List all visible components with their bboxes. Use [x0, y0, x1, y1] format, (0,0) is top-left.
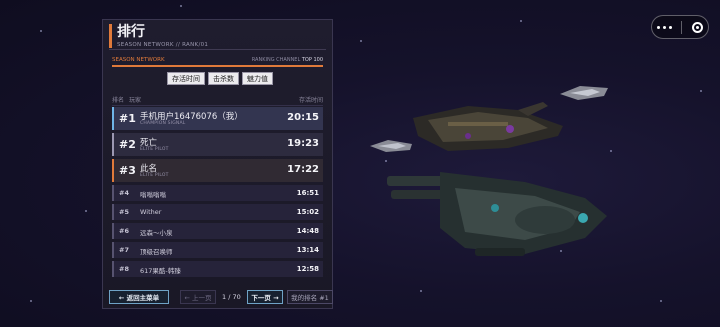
ranking-row[interactable]: #7 顶级召唤师 13:14 — [112, 242, 323, 258]
survival-time: 13:14 — [296, 246, 319, 254]
page-indicator: 1 / 70 — [222, 293, 241, 301]
leaderboard-panel: 排行 SEASON NETWORK // RANK/01 SEASON NETW… — [102, 19, 333, 309]
sort-tab-survival-time[interactable]: 存活时间 — [167, 72, 205, 85]
ranking-row-first[interactable]: #1 手机用户16476076（我） CHAMPION SIGNAL 20:15 — [112, 107, 323, 130]
header-divider — [109, 49, 326, 50]
player-name: 远森～小泉 — [140, 229, 173, 237]
back-to-menu-button[interactable]: ← 返回主菜单 — [109, 290, 169, 304]
player-name: 617果酷-韩臻 — [140, 267, 181, 275]
capsule-divider — [681, 20, 683, 34]
ranking-row[interactable]: #4 嗡嗡嗡嗡 16:51 — [112, 185, 323, 201]
player-name: Wither — [140, 208, 162, 216]
small-fighter-ship — [370, 140, 412, 152]
heavy-gunship — [387, 172, 607, 256]
ranking-list: #1 手机用户16476076（我） CHAMPION SIGNAL 20:15… — [112, 107, 323, 280]
next-page-button[interactable]: 下一页 → — [247, 290, 283, 304]
large-cruiser-ship — [413, 102, 563, 151]
survival-time: 15:02 — [296, 208, 319, 216]
ranking-row[interactable]: #6 远森～小泉 14:48 — [112, 223, 323, 239]
sort-tabs: 存活时间 击杀数 魅力值 — [167, 72, 273, 85]
panel-header: 排行 SEASON NETWORK // RANK/01 — [109, 24, 208, 48]
player-name: 顶级召唤师 — [140, 248, 173, 256]
target-close-icon[interactable] — [692, 21, 704, 33]
rank-number: #5 — [119, 208, 129, 216]
player-tag: CHAMPION SIGNAL — [140, 121, 186, 126]
channel-label: RANKING CHANNEL — [251, 57, 301, 63]
scout-ship — [560, 86, 608, 100]
my-rank-button[interactable]: 我的排名 #1 — [287, 290, 333, 304]
column-player: 玩家 — [129, 97, 142, 104]
column-divider — [112, 105, 323, 106]
sort-tab-charm[interactable]: 魅力值 — [242, 72, 273, 85]
mini-program-capsule — [651, 15, 709, 39]
rank-number: #7 — [119, 246, 129, 254]
survival-time: 20:15 — [287, 112, 319, 123]
rank-number: #6 — [119, 227, 129, 235]
rank-number: #1 — [119, 112, 136, 125]
survival-time: 14:48 — [296, 227, 319, 235]
panel-footer: ← 返回主菜单 ← 上一页 1 / 70 下一页 → 我的排名 #1 — [109, 290, 333, 305]
rank-number: #3 — [119, 164, 136, 177]
prev-page-button[interactable]: ← 上一页 — [180, 290, 216, 304]
survival-time: 16:51 — [296, 189, 319, 197]
ranking-row-third[interactable]: #3 此名 ELITE PILOT 17:22 — [112, 159, 323, 182]
rank-number: #8 — [119, 265, 129, 273]
survival-time: 17:22 — [287, 164, 319, 175]
channel-value: TOP 100 — [301, 57, 323, 63]
sort-tab-kills[interactable]: 击杀数 — [208, 72, 239, 85]
survival-time: 19:23 — [287, 138, 319, 149]
panel-title: 排行 — [117, 24, 145, 40]
column-time: 存活时间 — [298, 97, 323, 104]
survival-time: 12:58 — [296, 265, 319, 273]
channel-info: RANKING CHANNEL TOP 100 — [252, 57, 323, 63]
column-rank: 排名 — [112, 97, 125, 104]
accent-bar — [112, 65, 323, 67]
panel-subtitle: SEASON NETWORK // RANK/01 — [117, 42, 209, 48]
ranking-row[interactable]: #8 617果酷-韩臻 12:58 — [112, 261, 323, 277]
more-dots-icon[interactable] — [656, 25, 672, 29]
ranking-row-second[interactable]: #2 死亡 ELITE PILOT 19:23 — [112, 133, 323, 156]
ranking-row[interactable]: #5 Wither 15:02 — [112, 204, 323, 220]
rank-number: #2 — [119, 138, 136, 151]
player-tag: ELITE PILOT — [140, 147, 169, 152]
network-label: SEASON NETWORK — [112, 57, 165, 63]
player-name: 嗡嗡嗡嗡 — [140, 191, 166, 199]
player-tag: ELITE PILOT — [140, 173, 169, 178]
rank-number: #4 — [119, 189, 129, 197]
